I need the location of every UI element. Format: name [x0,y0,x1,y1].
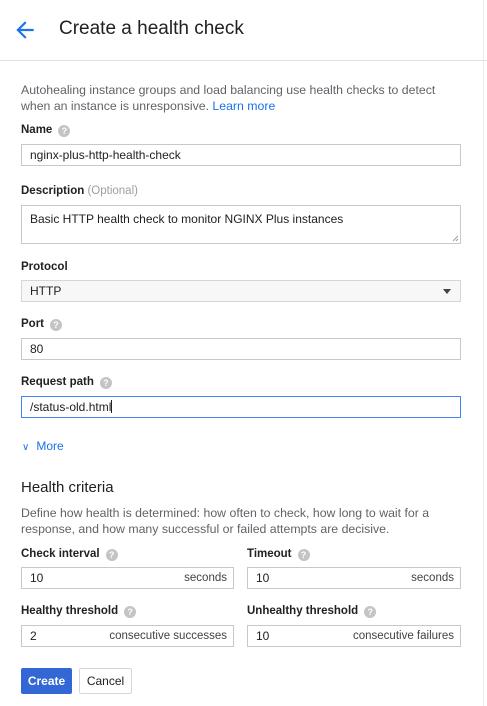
timeout-label-text: Timeout [247,548,292,560]
timeout-value: 10 [256,571,270,585]
resize-handle-icon[interactable] [452,235,459,242]
unhealthy-threshold-label: Unhealthy threshold? [247,605,377,618]
check-interval-unit: seconds [184,572,227,584]
timeout-label: Timeout? [247,548,310,561]
create-button[interactable]: Create [21,668,72,694]
double-chevron-down-icon: ∨ [22,442,30,453]
request-path-label: Request path? [21,376,112,389]
check-interval-label-text: Check interval [21,548,100,560]
port-input[interactable]: 80 [21,338,461,360]
more-label: More [36,439,64,453]
description-value: Basic HTTP health check to monitor NGINX… [30,212,344,226]
check-interval-label: Check interval? [21,548,118,561]
text-cursor [111,400,113,413]
name-input[interactable]: nginx-plus-http-health-check [21,144,461,166]
name-label-text: Name [21,124,53,136]
optional-hint: (Optional) [87,185,138,197]
check-interval-input[interactable]: 10 seconds [21,567,234,589]
unhealthy-threshold-label-text: Unhealthy threshold [247,605,359,617]
learn-more-link[interactable]: Learn more [212,99,275,113]
help-icon[interactable]: ? [99,377,112,389]
more-toggle[interactable]: ∨ More [22,439,64,453]
timeout-unit: seconds [411,572,454,584]
intro-text: Autohealing instance groups and load bal… [21,82,461,114]
unhealthy-threshold-input[interactable]: 10 consecutive failures [247,625,461,647]
request-path-value: /status-old.html [30,400,112,414]
back-arrow-icon[interactable] [12,17,38,43]
health-criteria-description: Define how health is determined: how oft… [21,506,430,536]
unhealthy-threshold-unit: consecutive failures [353,630,454,642]
port-label-text: Port [21,318,44,330]
health-criteria-title: Health criteria [21,479,114,496]
healthy-threshold-unit: consecutive successes [109,630,227,642]
description-label-text: Description [21,185,85,197]
help-icon[interactable]: ? [124,606,137,618]
dropdown-arrow-icon [443,289,451,294]
help-icon[interactable]: ? [50,319,62,331]
healthy-threshold-label-text: Healthy threshold [21,605,119,617]
help-icon[interactable]: ? [58,125,71,137]
timeout-input[interactable]: 10 seconds [247,567,461,589]
page-header: Create a health check [0,0,487,61]
healthy-threshold-input[interactable]: 2 consecutive successes [21,625,234,647]
protocol-label: Protocol [21,261,68,273]
healthy-threshold-label: Healthy threshold? [21,605,137,618]
page-title: Create a health check [59,18,244,39]
protocol-selected-value: HTTP [30,284,62,298]
check-interval-value: 10 [30,571,44,585]
description-textarea[interactable]: Basic HTTP health check to monitor NGINX… [21,205,461,244]
help-icon[interactable]: ? [105,549,118,561]
request-path-input[interactable]: /status-old.html [21,396,461,418]
protocol-select[interactable]: HTTP [21,280,461,302]
name-label: Name? [21,124,71,137]
help-icon[interactable]: ? [364,606,377,618]
port-label: Port? [21,318,62,331]
description-label: Description (Optional) [21,185,138,197]
healthy-threshold-value: 2 [30,629,37,643]
request-path-label-text: Request path [21,376,94,388]
panel-edge-divider [483,0,484,706]
unhealthy-threshold-value: 10 [256,629,270,643]
cancel-button[interactable]: Cancel [79,668,132,694]
help-icon[interactable]: ? [297,549,310,561]
